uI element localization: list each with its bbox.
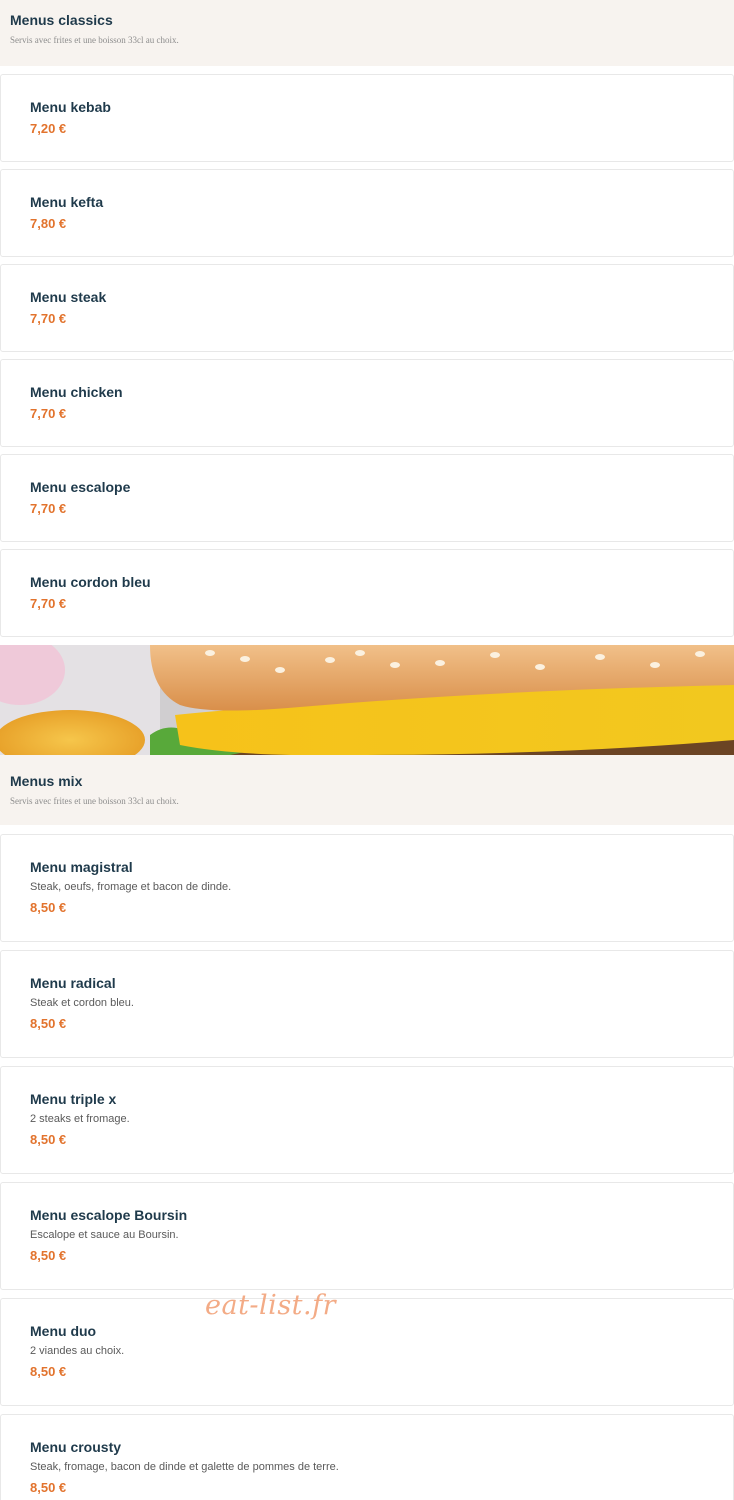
menu-item-name: Menu escalope Boursin: [30, 1207, 188, 1223]
menu-item-name: Menu cordon bleu: [30, 574, 151, 590]
site-watermark: eat-list.fr: [205, 1290, 337, 1321]
menu-item-card[interactable]: Menu escalope 7,70 €: [0, 454, 734, 542]
menu-item-description: Steak et cordon bleu.: [30, 997, 134, 1009]
menu-item-card[interactable]: Menu duo 2 viandes au choix. 8,50 €: [0, 1298, 734, 1406]
menu-item-price: 7,20 €: [30, 121, 67, 136]
menu-item-name: Menu magistral: [30, 859, 133, 875]
mix-list: Menu magistral Steak, oeufs, fromage et …: [0, 825, 734, 1500]
menu-item-card[interactable]: Menu escalope Boursin Escalope et sauce …: [0, 1182, 734, 1290]
section-header-mix: Menus mix Servis avec frites et une bois…: [0, 755, 734, 825]
menu-item-price: 7,70 €: [30, 311, 67, 326]
classics-list: Menu kebab 7,20 € Menu kefta 7,80 € Menu…: [0, 66, 734, 637]
section-title: Menus classics: [10, 12, 113, 28]
menu-item-name: Menu duo: [30, 1323, 97, 1339]
menu-item-card[interactable]: Menu kebab 7,20 €: [0, 74, 734, 162]
menu-item-price: 7,80 €: [30, 216, 67, 231]
menu-item-name: Menu triple x: [30, 1091, 117, 1107]
menu-item-card[interactable]: Menu steak 7,70 €: [0, 264, 734, 352]
menu-item-card[interactable]: Menu chicken 7,70 €: [0, 359, 734, 447]
menu-item-name: Menu kebab: [30, 99, 111, 115]
menu-item-price: 8,50 €: [30, 1016, 67, 1031]
menu-item-card[interactable]: Menu triple x 2 steaks et fromage. 8,50 …: [0, 1066, 734, 1174]
menu-item-price: 8,50 €: [30, 1480, 67, 1495]
menu-item-description: Steak, fromage, bacon de dinde et galett…: [30, 1461, 339, 1473]
menu-item-description: Escalope et sauce au Boursin.: [30, 1229, 179, 1241]
menu-item-card[interactable]: Menu kefta 7,80 €: [0, 169, 734, 257]
menu-item-name: Menu steak: [30, 289, 107, 305]
section-subtitle: Servis avec frites et une boisson 33cl a…: [10, 796, 179, 806]
menu-item-price: 8,50 €: [30, 1248, 67, 1263]
section-subtitle: Servis avec frites et une boisson 33cl a…: [10, 35, 179, 45]
menu-item-description: Steak, oeufs, fromage et bacon de dinde.: [30, 881, 232, 893]
menu-item-description: 2 steaks et fromage.: [30, 1113, 130, 1125]
section-title: Menus mix: [10, 773, 83, 789]
menu-item-card[interactable]: Menu magistral Steak, oeufs, fromage et …: [0, 834, 734, 942]
menu-item-price: 8,50 €: [30, 1364, 67, 1379]
menu-item-price: 7,70 €: [30, 501, 67, 516]
menu-item-card[interactable]: Menu radical Steak et cordon bleu. 8,50 …: [0, 950, 734, 1058]
burger-photo-icon: [0, 645, 734, 755]
section-header-classics: Menus classics Servis avec frites et une…: [0, 0, 734, 66]
menu-item-card[interactable]: Menu cordon bleu 7,70 €: [0, 549, 734, 637]
menu-item-card[interactable]: Menu crousty Steak, fromage, bacon de di…: [0, 1414, 734, 1500]
menu-item-price: 8,50 €: [30, 1132, 67, 1147]
menu-item-price: 7,70 €: [30, 406, 67, 421]
burger-banner-image: [0, 645, 734, 755]
menu-item-description: 2 viandes au choix.: [30, 1345, 125, 1357]
menu-item-name: Menu crousty: [30, 1439, 122, 1455]
menu-item-name: Menu escalope: [30, 479, 131, 495]
menu-item-name: Menu chicken: [30, 384, 123, 400]
menu-item-name: Menu radical: [30, 975, 116, 991]
menu-item-price: 8,50 €: [30, 900, 67, 915]
menu-item-name: Menu kefta: [30, 194, 104, 210]
menu-item-price: 7,70 €: [30, 596, 67, 611]
